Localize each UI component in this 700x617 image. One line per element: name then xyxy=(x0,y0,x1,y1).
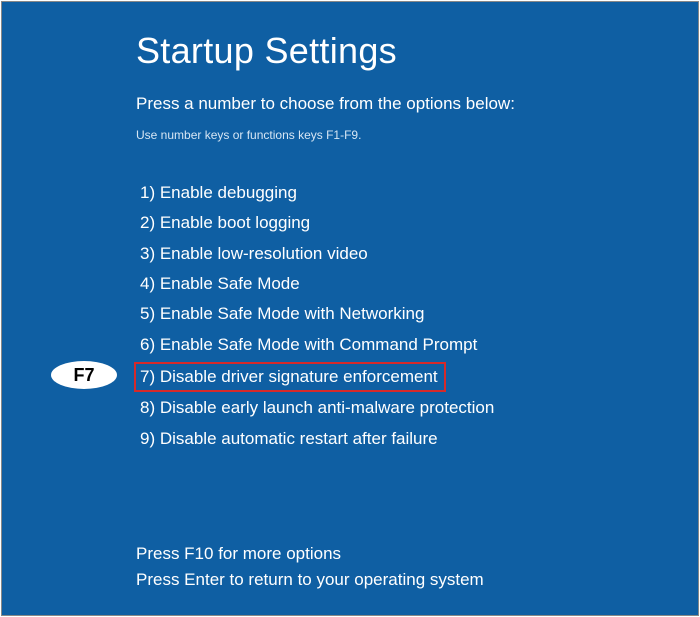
option-3[interactable]: 3) Enable low-resolution video xyxy=(136,241,698,268)
option-label: 9) Disable automatic restart after failu… xyxy=(136,426,442,453)
option-label: 6) Enable Safe Mode with Command Prompt xyxy=(136,332,481,359)
option-7[interactable]: F7 7) Disable driver signature enforceme… xyxy=(136,362,698,392)
option-4[interactable]: 4) Enable Safe Mode xyxy=(136,271,698,298)
option-6[interactable]: 6) Enable Safe Mode with Command Prompt xyxy=(136,332,698,359)
option-label: 4) Enable Safe Mode xyxy=(136,271,304,298)
option-label: 1) Enable debugging xyxy=(136,180,301,207)
option-label: 8) Disable early launch anti-malware pro… xyxy=(136,395,498,422)
subtitle: Press a number to choose from the option… xyxy=(136,94,698,114)
option-5[interactable]: 5) Enable Safe Mode with Networking xyxy=(136,301,698,328)
footer-more-options: Press F10 for more options xyxy=(136,541,698,567)
option-1[interactable]: 1) Enable debugging xyxy=(136,180,698,207)
option-label: 3) Enable low-resolution video xyxy=(136,241,372,268)
option-8[interactable]: 8) Disable early launch anti-malware pro… xyxy=(136,395,698,422)
options-list: 1) Enable debugging 2) Enable boot loggi… xyxy=(136,180,698,453)
page-title: Startup Settings xyxy=(136,30,698,72)
option-9[interactable]: 9) Disable automatic restart after failu… xyxy=(136,426,698,453)
startup-settings-screen: Startup Settings Press a number to choos… xyxy=(1,1,699,616)
helper-text: Use number keys or functions keys F1-F9. xyxy=(136,128,698,142)
option-label: 2) Enable boot logging xyxy=(136,210,314,237)
f7-badge: F7 xyxy=(51,361,117,389)
option-label: 5) Enable Safe Mode with Networking xyxy=(136,301,428,328)
footer-return: Press Enter to return to your operating … xyxy=(136,567,698,593)
option-2[interactable]: 2) Enable boot logging xyxy=(136,210,698,237)
footer: Press F10 for more options Press Enter t… xyxy=(136,541,698,594)
option-label-highlighted: 7) Disable driver signature enforcement xyxy=(134,362,446,392)
